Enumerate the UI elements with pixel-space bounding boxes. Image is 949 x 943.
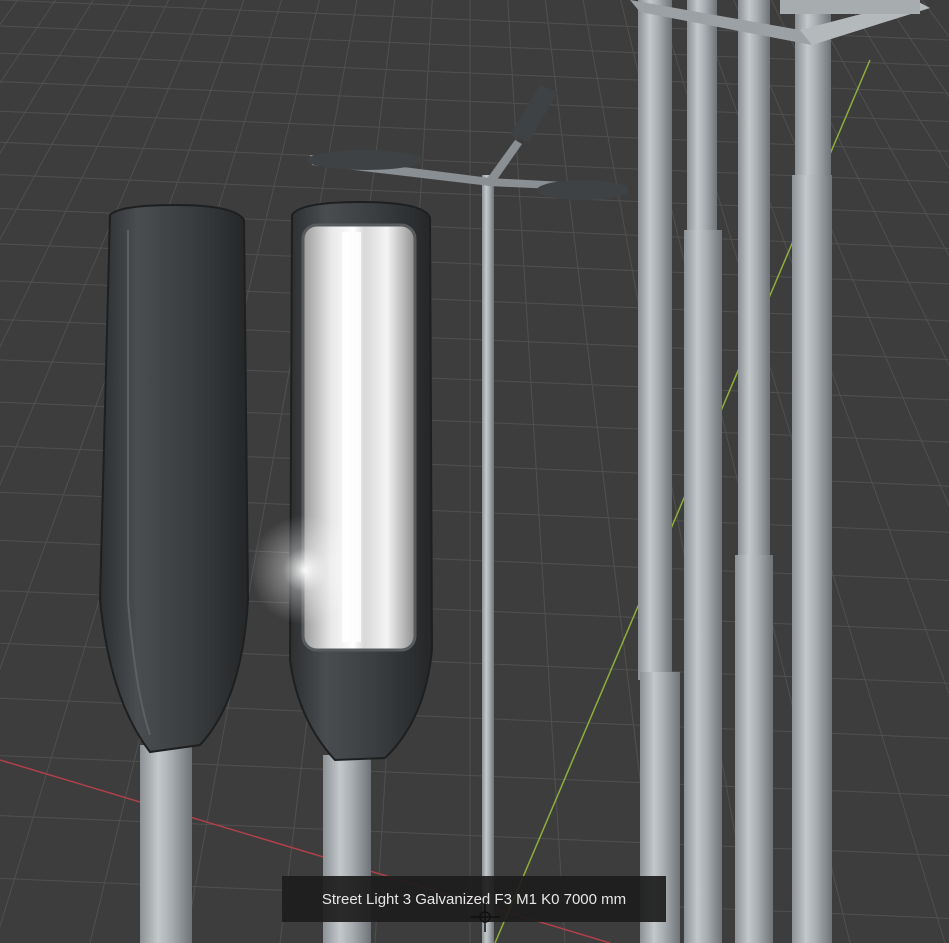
object-info-caption: Street Light 3 Galvanized F3 M1 K0 7000 … — [282, 876, 666, 922]
3d-viewport[interactable] — [0, 0, 949, 943]
object-info-text: Street Light 3 Galvanized F3 M1 K0 7000 … — [321, 890, 627, 908]
